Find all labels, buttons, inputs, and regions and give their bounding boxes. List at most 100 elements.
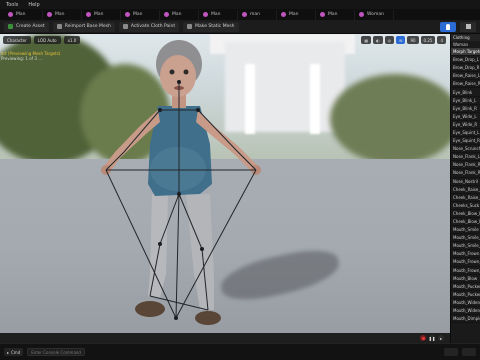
joint-head	[177, 80, 181, 84]
source-control-button[interactable]	[444, 348, 458, 356]
plus-icon	[8, 24, 13, 29]
make-static-mesh-label: Make Static Mesh	[195, 24, 235, 29]
record-button[interactable]	[420, 335, 426, 341]
belly	[150, 147, 206, 191]
morph-target-item[interactable]: Cheek_Blow_R	[451, 218, 480, 227]
tab-label: Man	[94, 12, 104, 17]
morph-target-item[interactable]: Nose_Flank_R	[451, 161, 480, 170]
console-input[interactable]: Enter Console Command	[27, 348, 86, 356]
panel-title: Clothing	[451, 34, 480, 41]
morph-target-item[interactable]: Eye_Blink	[451, 88, 480, 97]
speed-field[interactable]: 0.25	[420, 36, 436, 44]
morph-target-item[interactable]: Nose_Nostril	[451, 178, 480, 186]
make-static-mesh-button[interactable]: Make Static Mesh	[183, 21, 239, 32]
create-asset-label: Create Asset	[16, 24, 45, 29]
tab-6[interactable]: man	[238, 9, 277, 20]
morph-target-item[interactable]: Cheeks_Suck	[451, 202, 480, 210]
morph-target-item[interactable]: Brow_Raise_L	[451, 72, 480, 81]
morph-target-item[interactable]: Eye_Blink_R	[451, 105, 480, 113]
morph-target-item[interactable]: Mouth_Smile	[451, 226, 480, 235]
tab-5[interactable]: Man	[199, 9, 238, 20]
playback-speed-pill[interactable]: x1.0	[63, 36, 81, 44]
step-forward-button[interactable]: ▸	[438, 335, 444, 341]
asset-icon	[47, 12, 52, 17]
morph-target-item[interactable]: Cheek_Blow_L	[451, 210, 480, 218]
paint-brush-icon	[122, 24, 128, 29]
fov-field[interactable]: 90	[407, 36, 419, 44]
tab-label: Man	[172, 12, 182, 17]
tab-8[interactable]: Man	[316, 9, 355, 20]
grid-snap-button[interactable]: ⊞	[396, 36, 406, 44]
tab-label: Man	[133, 12, 143, 17]
person-icon	[446, 23, 450, 30]
show-button[interactable]: ◎	[384, 36, 395, 44]
tab-1[interactable]: Man	[43, 9, 82, 20]
morph-target-item[interactable]: Eye_Squint_R	[451, 137, 480, 146]
morph-target-item[interactable]: Cheek_Raise_R	[451, 194, 480, 202]
status-right	[444, 348, 480, 356]
tab-label: man	[250, 12, 260, 17]
morph-target-item[interactable]: Mouth_Frown	[451, 250, 480, 259]
menu-item-tools[interactable]: Tools	[6, 2, 18, 8]
character-mode-pill[interactable]: Character	[3, 36, 31, 44]
reimport-base-mesh-button[interactable]: Reimport Base Mesh	[52, 21, 115, 32]
morph-target-item[interactable]: Brow_Drop_L	[451, 56, 480, 65]
tab-label: Woman	[367, 12, 384, 17]
morph-target-item[interactable]: Cheek_Raise_L	[451, 186, 480, 194]
morph-target-item[interactable]: Nose_Flank_Raise	[451, 169, 480, 178]
console-icon: ▸	[7, 349, 10, 355]
tab-4[interactable]: Man	[160, 9, 199, 20]
morph-target-item[interactable]: Mouth_Widen_L	[451, 307, 480, 316]
activate-cloth-paint-button[interactable]: Activate Cloth Paint	[118, 21, 180, 32]
face	[160, 55, 196, 97]
mesh-icon	[465, 24, 471, 29]
asset-icon	[8, 12, 13, 17]
left-leg	[148, 194, 168, 298]
tab-9[interactable]: Woman	[355, 9, 394, 20]
character-with-skeleton[interactable]	[0, 34, 450, 333]
cmd-button[interactable]: ▸ Cmd	[4, 348, 24, 356]
morph-target-item[interactable]: Eye_Wide_L	[451, 113, 480, 121]
morph-target-item[interactable]: Brow_Drop_R	[451, 64, 480, 73]
viewport-info-text-2: Previewing: 1 of 3 ...	[1, 56, 42, 61]
morph-target-item[interactable]: Mouth_Frown_L	[451, 258, 480, 267]
asset-icon	[242, 12, 247, 17]
perspective-button[interactable]: ▦	[361, 36, 372, 44]
right-eye	[183, 69, 189, 75]
morph-target-item[interactable]: Brow_Raise_R	[451, 80, 480, 89]
mesh-mode-button[interactable]	[460, 21, 476, 32]
morph-target-item[interactable]: Morph Targets	[451, 48, 480, 57]
morph-target-item[interactable]: Mouth_Smile_L	[451, 234, 480, 243]
morph-target-item[interactable]: Mouth_Widen	[451, 299, 480, 307]
morph-target-item[interactable]: Mouth_Pucker	[451, 283, 480, 291]
tab-0[interactable]: Man	[4, 9, 43, 20]
morph-target-item[interactable]: Mouth_Smile_R	[451, 242, 480, 251]
morph-target-item[interactable]: Mouth_Frown_R	[451, 267, 480, 275]
morph-target-item[interactable]: Nose_Flank_L	[451, 153, 480, 162]
morph-target-item[interactable]: Mouth_Dimple	[451, 315, 480, 324]
create-asset-button[interactable]: Create Asset	[4, 21, 49, 32]
asset-icon	[320, 12, 325, 17]
menu-item-help[interactable]: Help	[28, 2, 39, 8]
pause-button[interactable]: ❚❚	[429, 335, 435, 341]
tab-7[interactable]: Man	[277, 9, 316, 20]
morph-target-item[interactable]: Eye_Blink_L	[451, 97, 480, 105]
viewport-toolbar-right: ▦ ◐ ◎ ⊞ 90 0.25 4	[361, 36, 446, 44]
static-mesh-icon	[187, 24, 193, 29]
lit-button[interactable]: ◐	[373, 36, 383, 44]
morph-target-item[interactable]: Mouth_Pucker_L	[451, 291, 480, 299]
camera-count-field[interactable]: 4	[437, 36, 446, 44]
morph-target-item[interactable]: Mouth_Blow	[451, 275, 480, 283]
asset-icon	[86, 12, 91, 17]
tab-3[interactable]: Man	[121, 9, 160, 20]
morph-target-item[interactable]: Eye_Squint_L	[451, 129, 480, 138]
lod-pill[interactable]: LOD Auto	[33, 36, 61, 44]
skeleton-mode-button[interactable]	[440, 21, 456, 32]
derived-data-button[interactable]	[462, 348, 476, 356]
viewport[interactable]: Character LOD Auto x1.0 ▦ ◐ ◎ ⊞ 90 0.25 …	[0, 34, 450, 333]
tab-2[interactable]: Man	[82, 9, 121, 20]
morph-target-item[interactable]: Nose_Scrunch	[451, 145, 480, 154]
asset-icon	[125, 12, 130, 17]
morph-target-item[interactable]: Eye_Wide_R	[451, 121, 480, 129]
tab-label: Man	[55, 12, 65, 17]
